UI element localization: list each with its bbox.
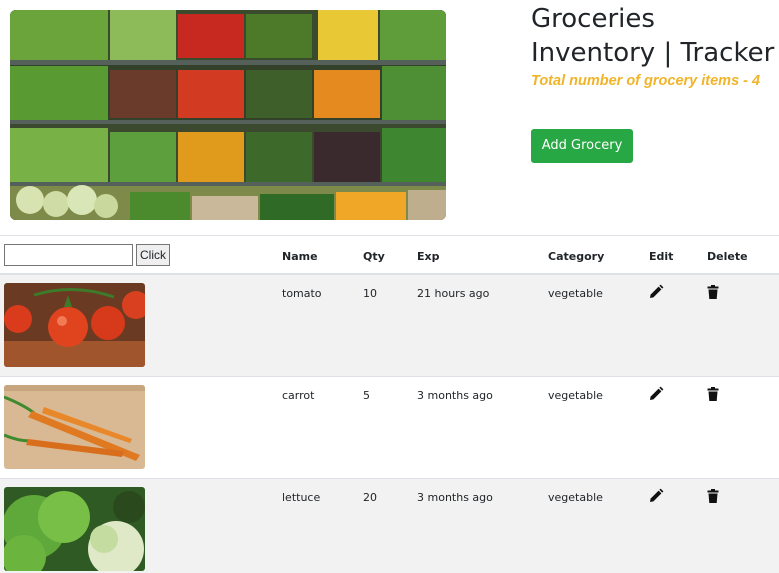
grocery-item-count: Total number of grocery items - 4 <box>531 73 761 89</box>
page-title: Groceries Inventory | Tracker <box>531 4 775 68</box>
search-input[interactable] <box>4 244 133 266</box>
cell-exp: 3 months ago <box>417 491 493 504</box>
table-row: carrot 5 3 months ago vegetable <box>0 377 779 479</box>
cell-name: carrot <box>282 389 315 402</box>
cell-category: vegetable <box>548 287 603 300</box>
cell-exp: 21 hours ago <box>417 287 490 300</box>
column-header-exp: Exp <box>417 250 440 263</box>
cell-qty: 5 <box>363 389 370 402</box>
cell-qty: 10 <box>363 287 377 300</box>
table-row: tomato 10 21 hours ago vegetable <box>0 275 779 377</box>
pencil-icon[interactable] <box>648 488 664 504</box>
cell-name: tomato <box>282 287 322 300</box>
trash-icon[interactable] <box>705 386 721 402</box>
grocery-table: Click Name Qty Exp Category Edit Delete … <box>0 235 779 573</box>
title-block: Groceries Inventory | Tracker Total numb… <box>531 2 779 89</box>
pencil-icon[interactable] <box>648 386 664 402</box>
column-header-edit: Edit <box>649 250 674 263</box>
column-header-name: Name <box>282 250 318 263</box>
trash-icon[interactable] <box>705 488 721 504</box>
cell-name: lettuce <box>282 491 321 504</box>
lettuce-photo <box>4 487 145 571</box>
search-button[interactable]: Click <box>136 244 170 266</box>
tomato-photo <box>4 283 145 367</box>
add-grocery-button[interactable]: Add Grocery <box>531 129 633 163</box>
column-header-category: Category <box>548 250 605 263</box>
column-header-qty: Qty <box>363 250 385 263</box>
table-header: Click Name Qty Exp Category Edit Delete <box>0 235 779 275</box>
table-row: lettuce 20 3 months ago vegetable <box>0 479 779 573</box>
pencil-icon[interactable] <box>648 284 664 300</box>
cell-category: vegetable <box>548 389 603 402</box>
column-header-delete: Delete <box>707 250 748 263</box>
trash-icon[interactable] <box>705 284 721 300</box>
hero-produce-image <box>10 10 446 220</box>
carrot-photo <box>4 385 145 469</box>
cell-qty: 20 <box>363 491 377 504</box>
cell-category: vegetable <box>548 491 603 504</box>
cell-exp: 3 months ago <box>417 389 493 402</box>
